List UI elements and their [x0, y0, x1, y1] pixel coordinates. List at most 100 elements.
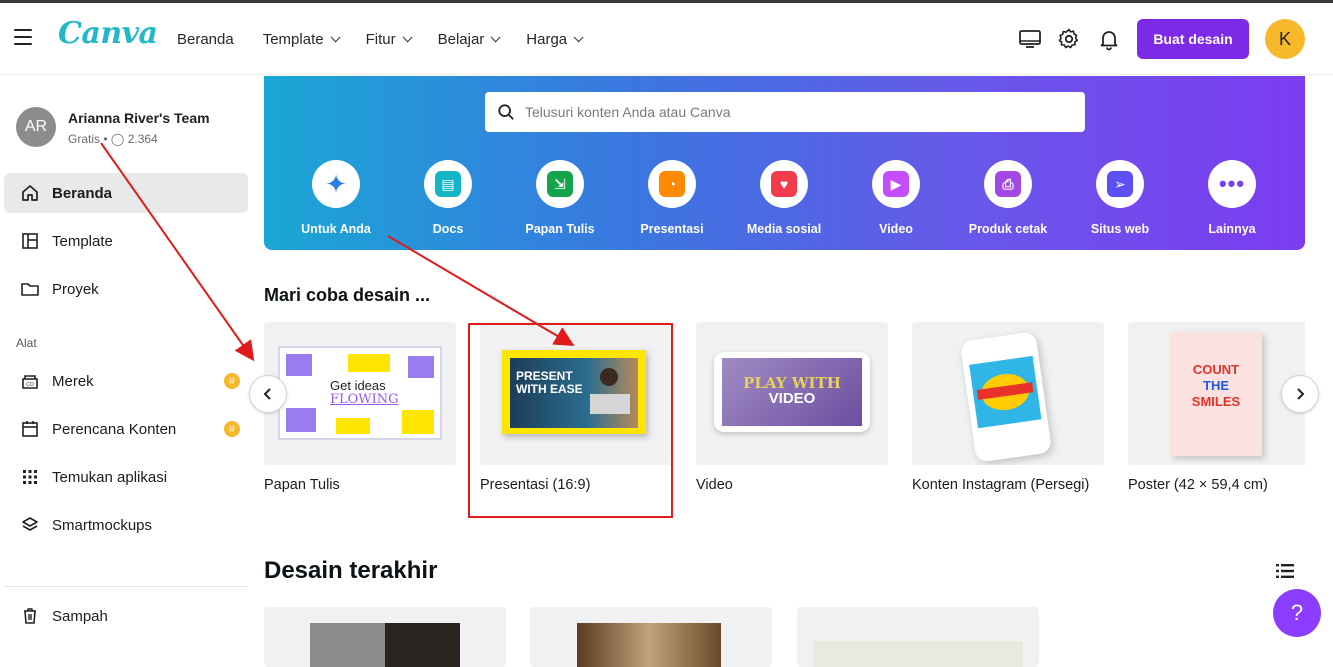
thumb-line: SMILES — [1191, 394, 1241, 409]
heart-icon: ♥ — [771, 171, 797, 197]
docs-icon: ▤ — [435, 171, 461, 197]
red-highlight-box — [468, 323, 673, 518]
sticky-note — [286, 354, 312, 376]
team-avatar[interactable]: AR — [16, 107, 56, 147]
design-card-instagram[interactable]: Konten Instagram (Persegi) — [912, 322, 1104, 493]
recent-design-card[interactable] — [530, 607, 772, 667]
carousel-prev-button[interactable] — [249, 375, 287, 413]
printer-icon: ⎙ — [995, 171, 1021, 197]
card-label: Poster (42 × 59,4 cm) — [1128, 477, 1268, 493]
category-video[interactable]: ▶ Video — [840, 160, 952, 236]
video-frame: PLAY WITH VIDEO — [722, 358, 862, 426]
card-label: Video — [696, 477, 733, 493]
chevron-down-icon — [330, 31, 341, 42]
category-label: Situs web — [1090, 222, 1150, 236]
thumb-line: THE — [1203, 378, 1229, 393]
monitor-icon[interactable] — [1018, 27, 1042, 51]
template-icon — [22, 233, 38, 249]
help-button[interactable]: ? — [1273, 589, 1321, 637]
apps-grid-icon — [23, 470, 37, 484]
sidebar-item-beranda[interactable]: Beranda — [4, 173, 248, 213]
category-circle: ⇲ — [536, 160, 584, 208]
carousel-next-button[interactable] — [1281, 375, 1319, 413]
category-docs[interactable]: ▤ Docs — [392, 160, 504, 236]
canva-logo[interactable]: Canva — [58, 16, 158, 51]
category-untuk-anda[interactable]: ✦ Untuk Anda — [280, 160, 392, 236]
menu-icon[interactable] — [14, 29, 32, 45]
sidebar-item-perencana-konten[interactable]: Perencana Konten ♕ — [4, 409, 248, 449]
nav-template[interactable]: Template — [262, 30, 341, 48]
thumb-text: VIDEO — [768, 390, 816, 407]
nav-harga[interactable]: Harga — [526, 30, 584, 48]
recent-thumbnail — [813, 641, 1023, 667]
video-camera-icon: ▶ — [883, 171, 909, 197]
nav-label: Template — [262, 30, 324, 48]
section-title-try: Mari coba desain ... — [264, 285, 431, 305]
category-label: Lainnya — [1208, 222, 1256, 236]
sidebar-item-template[interactable]: Template — [4, 221, 248, 261]
sidebar-item-temukan-aplikasi[interactable]: Temukan aplikasi — [4, 457, 248, 497]
cursor-icon: ➢ — [1107, 171, 1133, 197]
sidebar-item-proyek[interactable]: Proyek — [4, 269, 248, 309]
sticky-note — [408, 356, 434, 378]
search-bar[interactable] — [485, 92, 1085, 132]
gear-icon[interactable] — [1057, 27, 1081, 51]
sidebar-item-merek[interactable]: CO Merek ♕ — [4, 361, 248, 401]
category-media-sosial[interactable]: ♥ Media sosial — [728, 160, 840, 236]
category-label: Untuk Anda — [301, 222, 371, 236]
card-thumbnail — [912, 322, 1104, 465]
category-circle: ♥ — [760, 160, 808, 208]
card-label: Konten Instagram (Persegi) — [912, 477, 1090, 493]
create-design-button[interactable]: Buat desain — [1137, 19, 1249, 59]
presentation-icon: ◔ — [659, 171, 685, 197]
team-name[interactable]: Arianna River's Team — [68, 110, 210, 126]
list-view-icon[interactable] — [1276, 563, 1294, 579]
nav-beranda[interactable]: Beranda — [177, 31, 234, 48]
card-thumbnail: COUNT THE SMILES — [1128, 322, 1305, 465]
recent-design-card[interactable] — [264, 607, 506, 667]
design-card-papan-tulis[interactable]: Get ideas FLOWING Papan Tulis — [264, 322, 456, 493]
brand-icon: CO — [22, 375, 38, 389]
category-label: Presentasi — [640, 222, 704, 236]
team-meta: Gratis • ◯ 2.364 — [68, 132, 158, 146]
sparkle-icon: ✦ — [325, 168, 347, 199]
sidebar-item-sampah[interactable]: Sampah — [4, 596, 248, 636]
category-lainnya[interactable]: ••• Lainnya — [1176, 160, 1288, 236]
phone-mockup — [959, 331, 1053, 463]
category-situs-web[interactable]: ➢ Situs web — [1064, 160, 1176, 236]
recent-thumbnail — [310, 623, 460, 667]
sticky-note — [286, 408, 316, 432]
dot-separator: • — [103, 132, 111, 146]
user-avatar[interactable]: K — [1265, 19, 1305, 59]
sidebar-item-smartmockups[interactable]: Smartmockups — [4, 505, 248, 545]
thumb-text: FLOWING — [330, 392, 399, 407]
svg-text:CO: CO — [26, 382, 34, 388]
category-circle: ◔ — [648, 160, 696, 208]
category-produk-cetak[interactable]: ⎙ Produk cetak — [952, 160, 1064, 236]
nav-label: Harga — [526, 30, 568, 48]
sidebar-item-label: Smartmockups — [52, 516, 153, 534]
crown-icon: ♕ — [224, 421, 240, 437]
sidebar-item-label: Perencana Konten — [52, 420, 177, 438]
chevron-down-icon — [573, 31, 584, 42]
thumb-text: Get ideas — [330, 378, 386, 393]
category-circle: ⎙ — [984, 160, 1032, 208]
bell-icon[interactable] — [1097, 27, 1121, 51]
people-icon: ◯ — [110, 132, 125, 146]
recent-design-card[interactable] — [797, 607, 1039, 667]
home-icon — [22, 185, 38, 201]
post-image — [969, 355, 1042, 429]
sticky-note — [402, 410, 434, 434]
design-card-video[interactable]: PLAY WITH VIDEO Video — [696, 322, 888, 493]
nav-fitur[interactable]: Fitur — [366, 31, 413, 48]
team-plan: Gratis — [68, 132, 101, 146]
card-thumbnail: Get ideas FLOWING — [264, 322, 456, 465]
top-header: Canva Beranda Template Fitur Belajar Har… — [0, 3, 1333, 75]
search-input[interactable] — [525, 104, 1065, 120]
nav-belajar[interactable]: Belajar — [438, 31, 501, 48]
category-presentasi[interactable]: ◔ Presentasi — [616, 160, 728, 236]
design-card-poster[interactable]: COUNT THE SMILES Poster (42 × 59,4 cm) — [1128, 322, 1305, 493]
category-papan-tulis[interactable]: ⇲ Papan Tulis — [504, 160, 616, 236]
tools-heading: Alat — [16, 336, 37, 350]
video-preview: PLAY WITH VIDEO — [714, 352, 870, 432]
